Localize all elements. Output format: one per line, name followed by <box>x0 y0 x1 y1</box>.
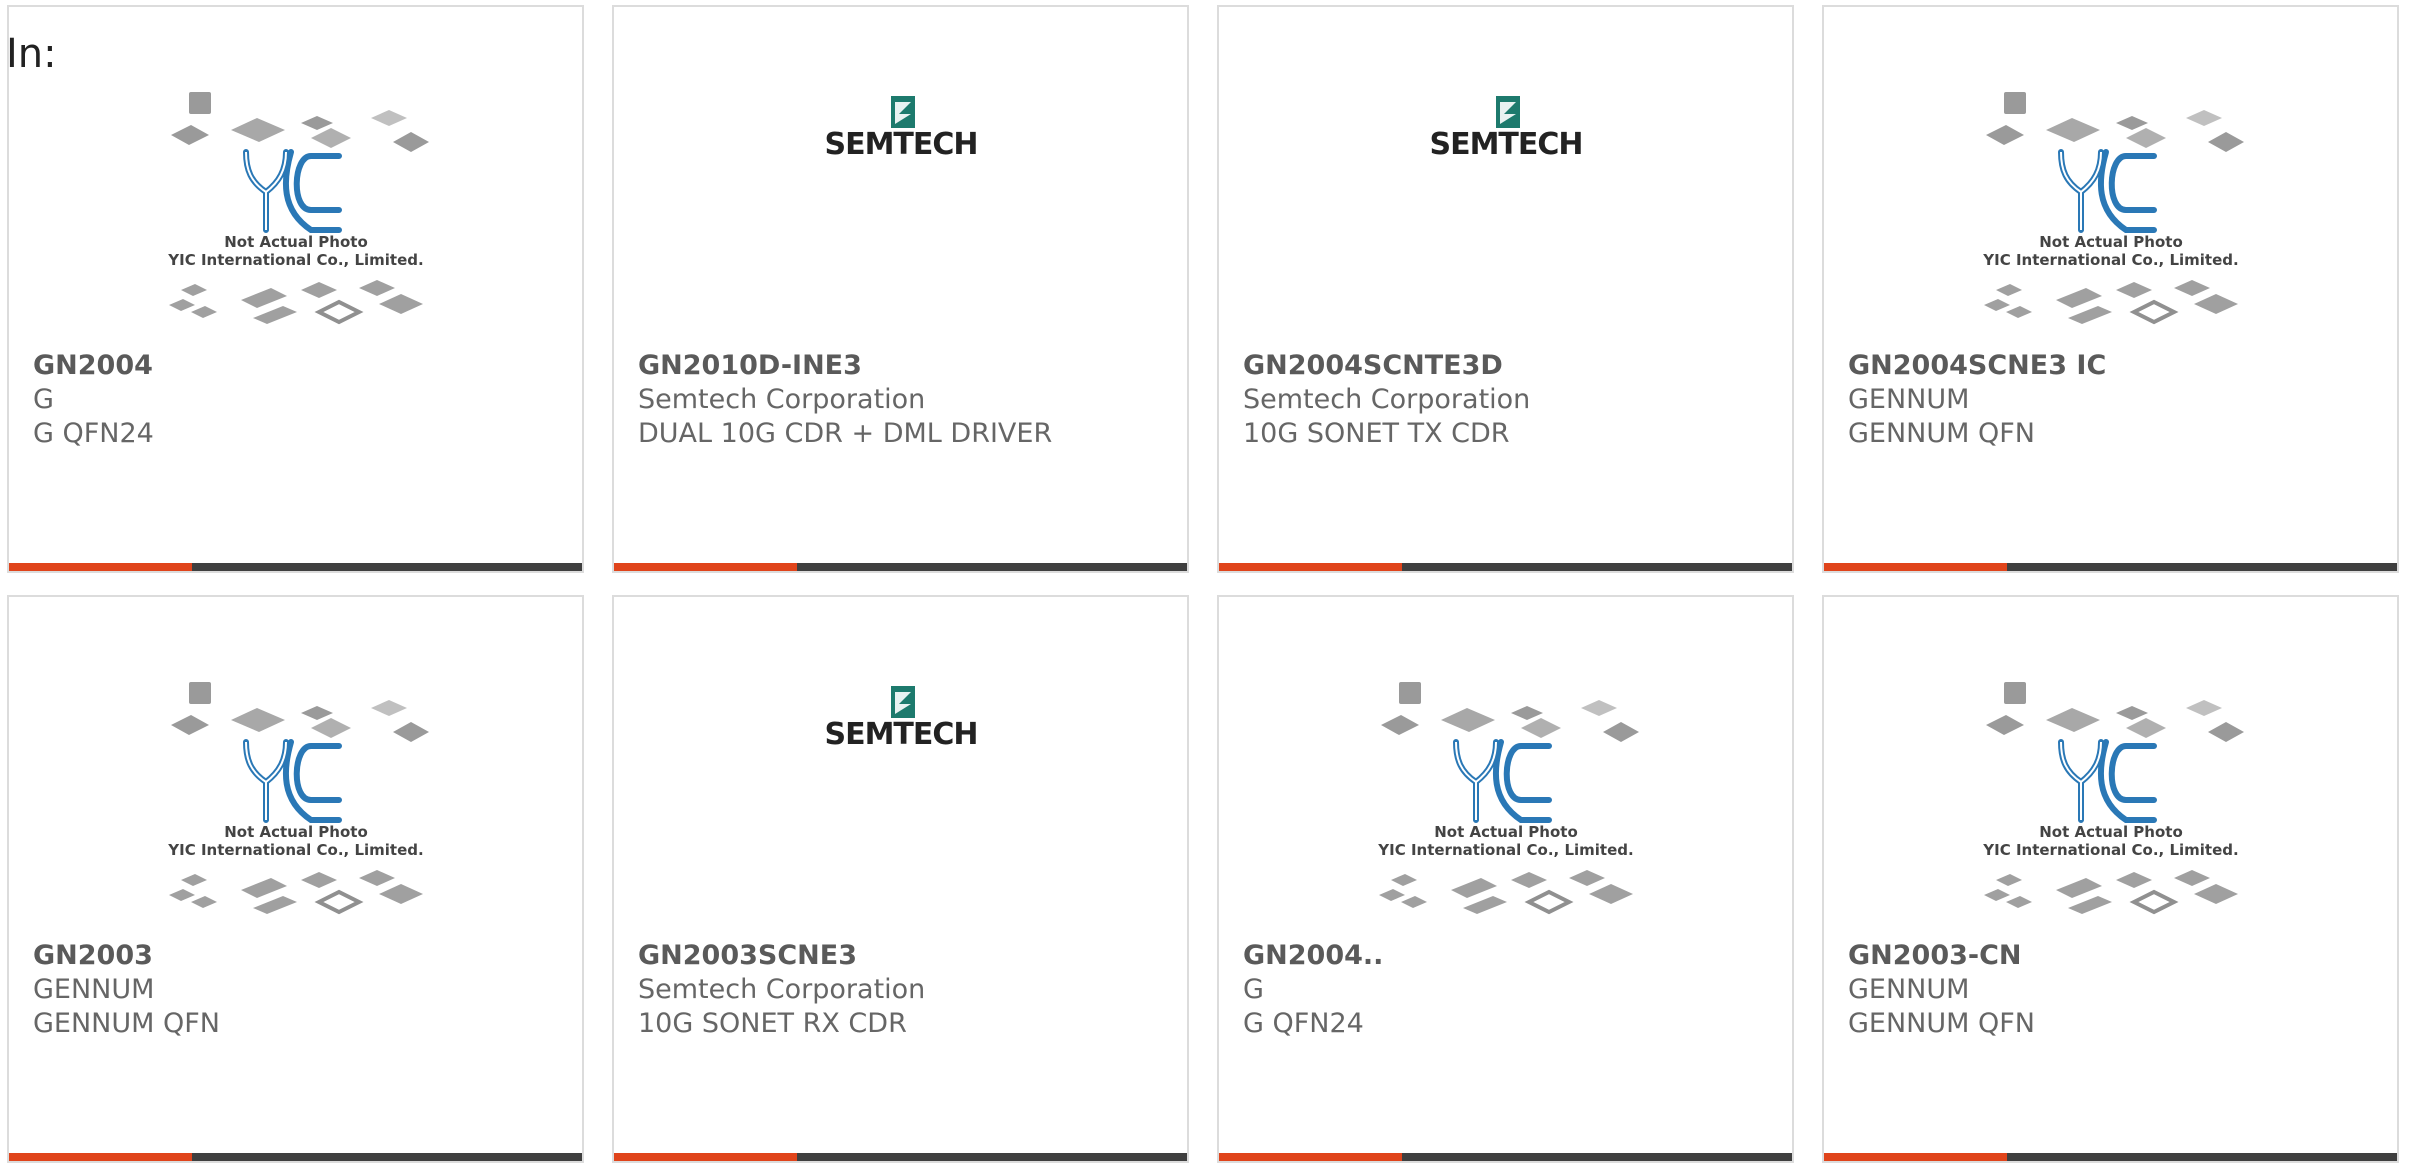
svg-text:YIC International Co., Limited: YIC International Co., Limited. <box>1982 841 2238 859</box>
product-image[interactable]: SEMTECH <box>1219 92 1792 342</box>
part-number-link[interactable]: GN2010D-INE3 <box>638 349 1177 383</box>
description: G QFN24 <box>1243 1008 1364 1039</box>
manufacturer: G <box>1243 974 1264 1005</box>
card-accent-bar <box>9 1153 192 1161</box>
description: GENNUM QFN <box>33 1008 220 1039</box>
svg-text:SEMTECH: SEMTECH <box>824 717 977 752</box>
product-card[interactable]: Not Actual Photo YIC International Co., … <box>7 5 584 573</box>
svg-text:Not Actual Photo: Not Actual Photo <box>1434 823 1578 841</box>
product-info: GN2010D-INE3 Semtech Corporation DUAL 10G … <box>638 349 1177 451</box>
card-accent-bar <box>614 1153 797 1161</box>
svg-text:YIC International Co., Limited: YIC International Co., Limited. <box>167 841 423 859</box>
card-bottom-bar <box>9 1153 582 1161</box>
part-number-link[interactable]: GN2003SCNE3 <box>638 939 1177 973</box>
manufacturer: GENNUM <box>33 974 155 1005</box>
svg-text:YIC International Co., Limited: YIC International Co., Limited. <box>167 251 423 269</box>
part-number-link[interactable]: GN2004SCNTE3D <box>1243 349 1782 383</box>
description: 10G SONET RX CDR <box>638 1008 907 1039</box>
product-image[interactable]: Not Actual Photo YIC International Co., … <box>1824 682 2397 932</box>
product-info: GN2003SCNE3 Semtech Corporation 10G SONET … <box>638 939 1177 1041</box>
card-bottom-bar <box>1219 1153 1792 1161</box>
part-number-link[interactable]: GN2004SCNE3 IC <box>1848 349 2387 383</box>
svg-text:YIC International Co., Limited: YIC International Co., Limited. <box>1377 841 1633 859</box>
semtech-logo-image: SEMTECH <box>824 96 978 162</box>
card-accent-bar <box>1219 563 1402 571</box>
product-card[interactable]: SEMTECH GN2004SCNTE3D Semtech Corporation… <box>1217 5 1794 573</box>
product-card[interactable]: Not Actual Photo YIC International Co., … <box>1217 595 1794 1163</box>
card-bottom-bar <box>1824 1153 2397 1161</box>
description: GENNUM QFN <box>1848 418 2035 449</box>
product-image[interactable]: SEMTECH <box>614 92 1187 342</box>
svg-text:Not Actual Photo: Not Actual Photo <box>224 823 368 841</box>
svg-text:Not Actual Photo: Not Actual Photo <box>224 233 368 251</box>
product-image[interactable]: Not Actual Photo YIC International Co., … <box>9 682 582 932</box>
product-info: GN2004 G G QFN24 <box>33 349 572 451</box>
description: G QFN24 <box>33 418 154 449</box>
product-grid: Not Actual Photo YIC International Co., … <box>7 5 2407 1165</box>
part-number-link[interactable]: GN2004 <box>33 349 572 383</box>
card-bottom-bar <box>614 1153 1187 1161</box>
card-accent-bar <box>1824 1153 2007 1161</box>
product-info: GN2003-CN GENNUM GENNUM QFN <box>1848 939 2387 1041</box>
chip-placeholder-image: Not Actual Photo YIC International Co., … <box>167 92 429 325</box>
manufacturer: GENNUM <box>1848 974 1970 1005</box>
chip-placeholder-image: Not Actual Photo YIC International Co., … <box>1982 92 2244 325</box>
product-image[interactable]: Not Actual Photo YIC International Co., … <box>9 92 582 342</box>
card-bottom-bar <box>1824 563 2397 571</box>
card-accent-bar <box>614 563 797 571</box>
product-card[interactable]: Not Actual Photo YIC International Co., … <box>1822 595 2399 1163</box>
product-info: GN2004SCNE3 IC GENNUM GENNUM QFN <box>1848 349 2387 451</box>
manufacturer: G <box>33 384 54 415</box>
chip-placeholder-image: Not Actual Photo YIC International Co., … <box>167 682 429 915</box>
card-bottom-bar <box>9 563 582 571</box>
svg-text:Not Actual Photo: Not Actual Photo <box>2039 233 2183 251</box>
product-info: GN2003 GENNUM GENNUM QFN <box>33 939 572 1041</box>
manufacturer: Semtech Corporation <box>1243 384 1531 415</box>
description: 10G SONET TX CDR <box>1243 418 1510 449</box>
manufacturer: Semtech Corporation <box>638 384 926 415</box>
description: DUAL 10G CDR + DML DRIVER <box>638 418 1053 449</box>
product-card[interactable]: Not Actual Photo YIC International Co., … <box>7 595 584 1163</box>
product-image[interactable]: SEMTECH <box>614 682 1187 932</box>
chip-placeholder-image: Not Actual Photo YIC International Co., … <box>1377 682 1639 915</box>
card-accent-bar <box>1824 563 2007 571</box>
product-card[interactable]: Not Actual Photo YIC International Co., … <box>1822 5 2399 573</box>
description: GENNUM QFN <box>1848 1008 2035 1039</box>
chip-placeholder-image: Not Actual Photo YIC International Co., … <box>1982 682 2244 915</box>
svg-text:SEMTECH: SEMTECH <box>824 127 977 162</box>
card-accent-bar <box>1219 1153 1402 1161</box>
svg-text:Not Actual Photo: Not Actual Photo <box>2039 823 2183 841</box>
product-info: GN2004SCNTE3D Semtech Corporation 10G SONE… <box>1243 349 1782 451</box>
semtech-logo-image: SEMTECH <box>824 686 978 752</box>
product-info: GN2004.. G G QFN24 <box>1243 939 1782 1041</box>
product-image[interactable]: Not Actual Photo YIC International Co., … <box>1219 682 1792 932</box>
part-number-link[interactable]: GN2004.. <box>1243 939 1782 973</box>
product-image[interactable]: Not Actual Photo YIC International Co., … <box>1824 92 2397 342</box>
card-bottom-bar <box>1219 563 1792 571</box>
card-accent-bar <box>9 563 192 571</box>
product-card[interactable]: SEMTECH GN2010D-INE3 Semtech Corporation D… <box>612 5 1189 573</box>
filter-in-label: In: <box>6 31 57 77</box>
card-bottom-bar <box>614 563 1187 571</box>
part-number-link[interactable]: GN2003 <box>33 939 572 973</box>
semtech-logo-image: SEMTECH <box>1429 96 1583 162</box>
manufacturer: Semtech Corporation <box>638 974 926 1005</box>
part-number-link[interactable]: GN2003-CN <box>1848 939 2387 973</box>
svg-text:SEMTECH: SEMTECH <box>1429 127 1582 162</box>
svg-text:YIC International Co., Limited: YIC International Co., Limited. <box>1982 251 2238 269</box>
product-card[interactable]: SEMTECH GN2003SCNE3 Semtech Corporation 10… <box>612 595 1189 1163</box>
manufacturer: GENNUM <box>1848 384 1970 415</box>
